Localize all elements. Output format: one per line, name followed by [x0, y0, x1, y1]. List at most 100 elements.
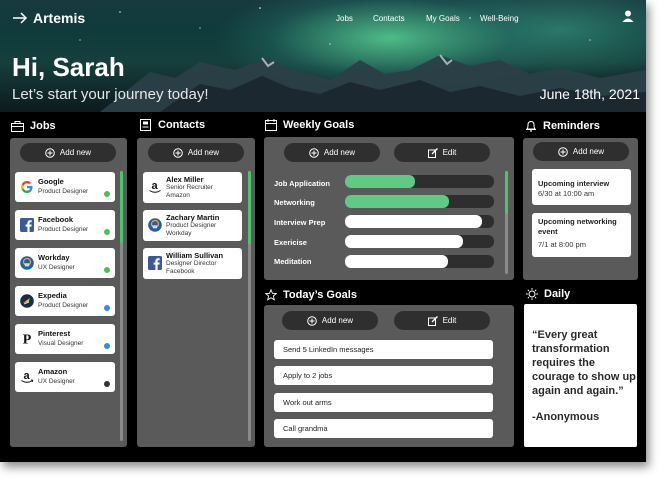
goal-label: Meditation	[274, 257, 312, 266]
reminders-panel: Add new Upcoming interview 6/30 at 10:00…	[523, 138, 638, 280]
todo-item[interactable]: Send 5 LinkedIn messages	[274, 340, 493, 359]
amazon-logo-icon: a	[21, 370, 34, 383]
goal-progress-track	[345, 195, 494, 208]
reminder-title: Upcoming interview	[538, 179, 610, 188]
sun-icon	[526, 288, 538, 300]
goal-label: Interview Prep	[274, 218, 326, 227]
status-dot-black	[104, 381, 110, 387]
contact-card-icon	[140, 119, 151, 131]
star-icon	[265, 289, 277, 301]
job-card-pinterest[interactable]: P Pinterest Visual Designer	[15, 324, 115, 354]
weekly-goals-scroll-thumb[interactable]	[505, 171, 508, 214]
greeting: Hi, Sarah	[12, 52, 125, 82]
todays-goals-edit-label: Edit	[442, 316, 457, 325]
todays-goals-add-label: Add new	[321, 316, 354, 325]
job-company: Expedia	[38, 291, 67, 300]
reminder-card[interactable]: Upcoming interview 6/30 at 10:00 am	[532, 169, 631, 205]
facebook-logo-icon	[148, 256, 162, 270]
weekly-goals-edit-label: Edit	[442, 148, 457, 157]
plus-circle-icon	[309, 147, 319, 158]
jobs-add-label: Add new	[59, 148, 92, 157]
goal-progress-fill	[345, 255, 448, 268]
expedia-logo-icon	[20, 294, 34, 308]
plus-circle-icon	[307, 315, 317, 326]
google-logo-icon	[21, 181, 33, 193]
contacts-panel: Add new a Alex Miller Senior Recruiter A…	[137, 138, 255, 447]
svg-text:w: w	[24, 263, 30, 269]
goal-progress-fill	[345, 215, 483, 228]
goal-progress-fill	[345, 235, 463, 248]
user-icon[interactable]	[622, 10, 634, 22]
todo-item[interactable]: Work out arms	[274, 393, 493, 412]
reminders-add-label: Add new	[572, 147, 605, 156]
status-dot-blue	[104, 305, 110, 311]
daily-title: Daily	[544, 288, 571, 300]
edit-icon	[427, 315, 438, 326]
contacts-heading: Contacts	[140, 119, 205, 131]
nav-well-being[interactable]: Well-Being	[480, 14, 519, 23]
job-company: Pinterest	[38, 329, 71, 338]
svg-text:w: w	[152, 225, 158, 231]
reminders-heading: Reminders	[525, 120, 600, 132]
logo[interactable]: Artemis	[12, 10, 85, 26]
jobs-scroll-thumb[interactable]	[120, 171, 123, 243]
job-card-workday[interactable]: w Workday UX Designer	[15, 248, 115, 278]
goal-label: Job Application	[274, 179, 330, 188]
todays-goals-title: Today’s Goals	[283, 289, 357, 301]
job-company: Workday	[38, 253, 70, 262]
logo-text: Artemis	[33, 10, 86, 26]
edit-icon	[427, 147, 438, 158]
goal-label: Exericise	[274, 238, 307, 247]
todo-item[interactable]: Apply to 2 jobs	[274, 366, 493, 385]
svg-text:a: a	[23, 370, 30, 382]
facebook-logo-icon	[20, 218, 34, 232]
contact-card-zachary-martin[interactable]: w Zachary Martin Product Designer Workda…	[143, 210, 242, 241]
job-role: Product Designer	[38, 302, 89, 309]
plus-circle-icon	[45, 147, 55, 158]
contact-role: Senior Recruiter	[166, 184, 213, 191]
jobs-add-button[interactable]: Add new	[20, 143, 116, 162]
arrow-right-icon	[13, 12, 28, 24]
reminder-title: Upcoming networking event	[538, 217, 617, 236]
contact-role: Designer Director	[166, 260, 217, 267]
contact-company: Amazon	[166, 192, 190, 199]
job-card-facebook[interactable]: Facebook Product Designer	[15, 210, 115, 240]
reminder-card[interactable]: Upcoming networking event 7/1 at 8:00 pm	[532, 213, 631, 257]
todo-item[interactable]: Call grandma	[274, 419, 493, 438]
weekly-goals-title: Weekly Goals	[283, 119, 355, 131]
weekly-goals-add-button[interactable]: Add new	[284, 143, 380, 162]
jobs-panel: Add new Google Product Designer Facebook…	[10, 138, 127, 447]
contacts-add-button[interactable]: Add new	[148, 143, 244, 162]
plus-circle-icon	[558, 146, 568, 157]
contact-card-alex-miller[interactable]: a Alex Miller Senior Recruiter Amazon	[143, 172, 242, 203]
nav-my-goals[interactable]: My Goals	[426, 14, 460, 23]
contact-role: Product Designer	[166, 222, 217, 229]
job-role: UX Designer	[38, 378, 75, 385]
weekly-goals-scrollbar[interactable]	[505, 171, 508, 274]
status-dot-green	[104, 191, 110, 197]
nav-contacts[interactable]: Contacts	[373, 14, 405, 23]
nav-jobs[interactable]: Jobs	[336, 14, 353, 23]
reminders-add-button[interactable]: Add new	[533, 142, 629, 161]
job-card-expedia[interactable]: Expedia Product Designer	[15, 286, 115, 316]
weekly-goals-panel: Add new Edit Job Application Networking …	[264, 137, 514, 280]
job-card-google[interactable]: Google Product Designer	[15, 172, 115, 202]
job-company: Google	[38, 177, 64, 186]
workday-logo-icon: w	[148, 218, 162, 232]
goal-label: Networking	[274, 198, 315, 207]
contact-name: Alex Miller	[166, 175, 204, 184]
job-role: UX Designer	[38, 264, 75, 271]
job-card-amazon[interactable]: a Amazon UX Designer	[15, 362, 115, 392]
contacts-scrollbar[interactable]	[248, 171, 251, 441]
goal-progress-fill	[345, 175, 416, 188]
todays-goals-edit-button[interactable]: Edit	[394, 311, 490, 330]
contacts-scroll-thumb[interactable]	[248, 171, 251, 244]
goal-progress-fill	[345, 195, 450, 208]
quote-author: -Anonymous	[532, 411, 600, 423]
jobs-scrollbar[interactable]	[120, 171, 123, 441]
calendar-icon	[265, 119, 277, 131]
weekly-goals-edit-button[interactable]: Edit	[394, 143, 490, 162]
todays-goals-add-button[interactable]: Add new	[282, 311, 378, 330]
contact-card-william-sullivan[interactable]: William Sullivan Designer Director Faceb…	[143, 248, 242, 279]
weekly-goals-heading: Weekly Goals	[265, 119, 354, 131]
